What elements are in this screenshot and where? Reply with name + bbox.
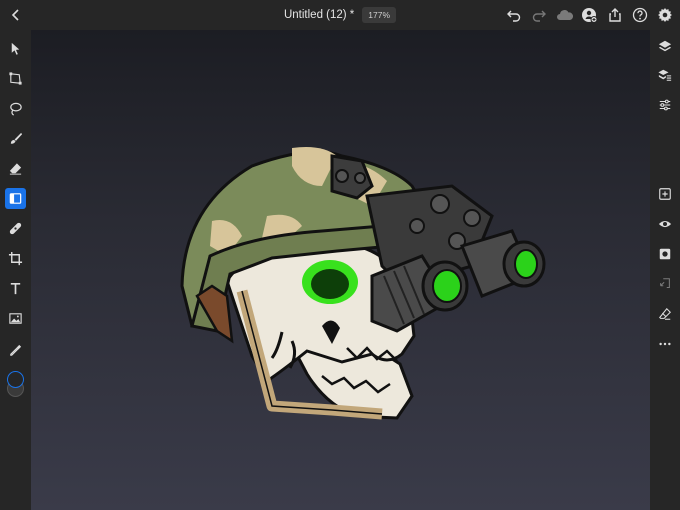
fill-icon	[9, 193, 22, 204]
layer-properties-icon	[658, 69, 672, 81]
crop-tool[interactable]	[5, 248, 26, 269]
eyedropper-tool[interactable]	[5, 340, 26, 361]
layer-properties-button[interactable]	[656, 66, 674, 84]
drawing-canvas[interactable]	[31, 30, 650, 510]
healing-tool[interactable]	[5, 218, 26, 239]
left-toolbar	[0, 30, 31, 510]
transform-tool[interactable]	[5, 68, 26, 89]
bandage-icon	[9, 222, 22, 235]
select-tool[interactable]	[5, 38, 26, 59]
eye-icon	[658, 220, 672, 228]
zoom-level-badge[interactable]: 177%	[362, 7, 397, 23]
share-icon[interactable]	[607, 7, 623, 23]
crop-icon	[8, 251, 23, 266]
import-button[interactable]	[656, 275, 674, 293]
layers-icon	[658, 40, 672, 52]
image-tool[interactable]	[5, 308, 26, 329]
help-icon[interactable]	[632, 7, 648, 23]
mask-icon	[659, 248, 671, 260]
lasso-icon	[10, 102, 22, 116]
sliders-icon	[659, 99, 671, 111]
lasso-tool[interactable]	[5, 98, 26, 119]
invite-user-icon[interactable]	[581, 7, 597, 23]
document-title[interactable]: Untitled (12) *	[284, 9, 354, 21]
back-chevron-icon[interactable]	[8, 7, 24, 23]
type-tool[interactable]	[5, 278, 26, 299]
primary-color-swatch[interactable]	[7, 371, 24, 388]
add-layer-icon	[659, 188, 671, 200]
undo-icon[interactable]	[506, 7, 522, 23]
redo-icon[interactable]	[531, 7, 547, 23]
clear-button[interactable]	[656, 305, 674, 323]
eyedropper-icon	[10, 344, 22, 356]
transform-icon	[9, 72, 22, 85]
pointer-icon	[11, 42, 20, 55]
adjustments-button[interactable]	[656, 96, 674, 114]
eraser-icon	[9, 163, 22, 175]
fill-tool[interactable]	[5, 188, 26, 209]
layers-button[interactable]	[656, 37, 674, 55]
import-icon	[660, 278, 670, 289]
cloud-icon[interactable]	[556, 7, 574, 23]
brush-icon	[10, 132, 23, 144]
visibility-button[interactable]	[656, 215, 674, 233]
more-options-button[interactable]	[656, 335, 674, 353]
more-icon	[659, 342, 671, 346]
mask-button[interactable]	[656, 245, 674, 263]
image-icon	[9, 313, 22, 324]
clear-icon	[659, 307, 671, 320]
type-icon	[10, 282, 21, 295]
settings-gear-icon[interactable]	[657, 7, 673, 23]
add-layer-button[interactable]	[656, 185, 674, 203]
skull-helmet-artwork	[180, 147, 546, 420]
eraser-tool[interactable]	[5, 158, 26, 179]
right-toolbar	[650, 30, 680, 510]
brush-tool[interactable]	[5, 128, 26, 149]
top-bar: Untitled (12) * 177%	[0, 0, 680, 30]
